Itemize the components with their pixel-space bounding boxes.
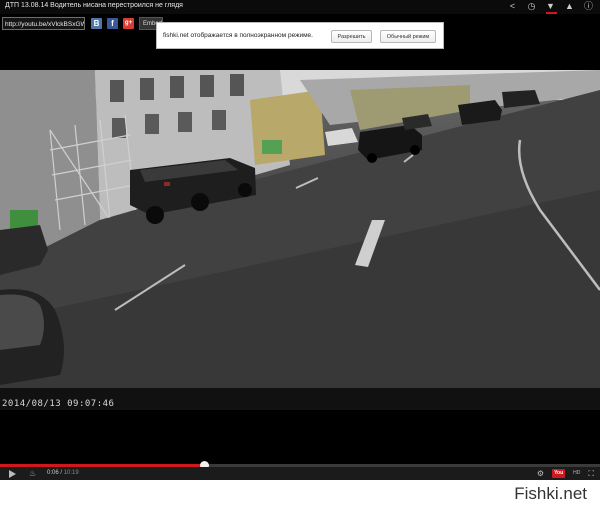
dashcam-scene [0, 70, 600, 410]
settings-icon[interactable]: ⚙ [537, 469, 544, 478]
duration: 10:19 [63, 470, 79, 476]
site-watermark: Fishki.net [514, 484, 587, 503]
thumbs-down-icon[interactable]: ▼ [545, 1, 556, 12]
thumbs-up-icon[interactable]: ▲ [564, 1, 575, 12]
time-display: 0:06 / 10:19 [47, 470, 79, 476]
video-frame[interactable]: 2014/08/13 09:07:46 [0, 70, 600, 410]
control-bar: ♨ 0:06 / 10:19 ⚙ You HD ⛶ [0, 467, 600, 480]
vk-share-icon[interactable]: B [91, 18, 102, 29]
current-time: 0:06 [47, 470, 59, 476]
normal-mode-button[interactable]: Обычный режим [380, 30, 436, 43]
fullscreen-notice-message: fishki.net отображается в полноэкранном … [163, 32, 313, 39]
title-bar: ДТП 13.08.14 Водитель нисана перестроилс… [0, 0, 600, 14]
allow-fullscreen-button[interactable]: Разрешить [331, 30, 372, 43]
volume-icon[interactable]: ♨ [29, 469, 36, 478]
timestamp-overlay: 2014/08/13 09:07:46 [2, 399, 115, 409]
fullscreen-icon[interactable]: ⛶ [588, 469, 594, 478]
top-actions: < ◷ ▼ ▲ ⓘ [507, 1, 594, 12]
share-icon[interactable]: < [507, 1, 518, 12]
facebook-share-icon[interactable]: f [107, 18, 118, 29]
video-player[interactable]: ДТП 13.08.14 Водитель нисана перестроилс… [0, 0, 600, 480]
share-url-input[interactable]: http://youtu.be/xVlckBSxGWI [2, 17, 85, 30]
video-title[interactable]: ДТП 13.08.14 Водитель нисана перестроилс… [5, 2, 183, 9]
clock-icon[interactable]: ◷ [526, 1, 537, 12]
info-icon[interactable]: ⓘ [583, 1, 594, 12]
share-active-indicator [546, 12, 557, 14]
googleplus-share-icon[interactable]: g+ [123, 18, 134, 29]
fullscreen-notice: fishki.net отображается в полноэкранном … [156, 22, 444, 49]
hd-icon[interactable]: HD [573, 469, 580, 478]
play-icon[interactable] [9, 470, 16, 478]
youtube-icon[interactable]: You [552, 469, 566, 478]
right-controls: ⚙ You HD ⛶ [537, 469, 594, 478]
